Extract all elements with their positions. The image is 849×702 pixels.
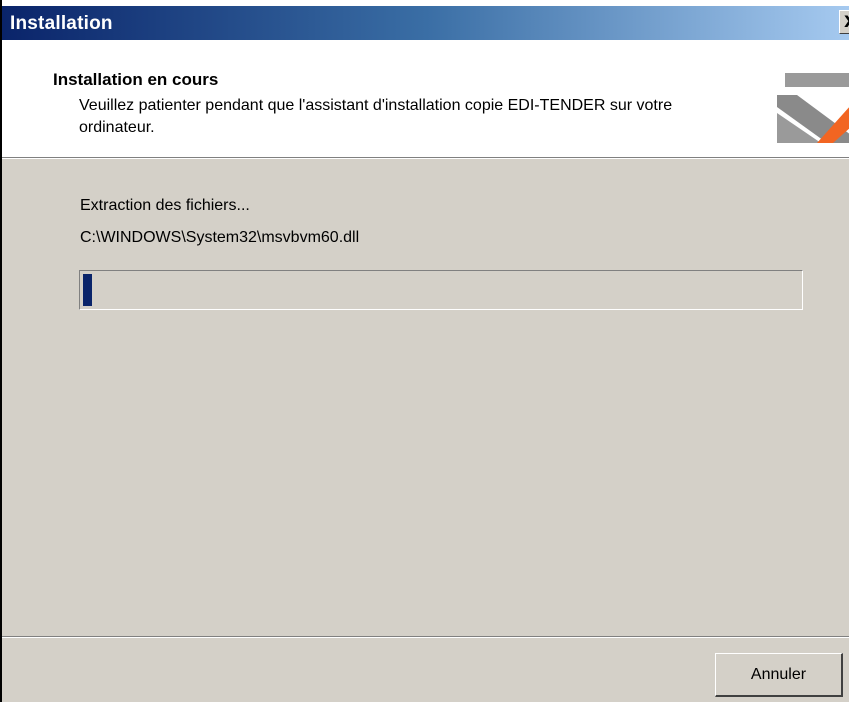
progress-bar bbox=[79, 270, 803, 310]
close-icon: X bbox=[844, 12, 849, 31]
progress-fill bbox=[83, 274, 92, 306]
window-title: Installation bbox=[10, 13, 113, 34]
installer-window: Installation X Installation en cours Veu… bbox=[0, 0, 849, 702]
close-button[interactable]: X bbox=[839, 10, 849, 34]
title-bar[interactable]: Installation X bbox=[2, 0, 849, 40]
cancel-button[interactable]: Annuler bbox=[715, 653, 843, 697]
current-file-path: C:\WINDOWS\System32\msvbvm60.dll bbox=[80, 229, 360, 246]
progress-track bbox=[80, 271, 802, 309]
logo-top-bar bbox=[785, 73, 849, 87]
step-title: Installation en cours bbox=[53, 70, 219, 89]
footer-separator bbox=[2, 636, 849, 638]
wizard-header: Installation en cours Veuillez patienter… bbox=[2, 40, 849, 157]
status-label: Extraction des fichiers... bbox=[80, 197, 250, 214]
edi-tender-logo-icon bbox=[777, 73, 849, 143]
step-description: Veuillez patienter pendant que l'assista… bbox=[79, 97, 673, 136]
header-separator bbox=[2, 157, 849, 159]
